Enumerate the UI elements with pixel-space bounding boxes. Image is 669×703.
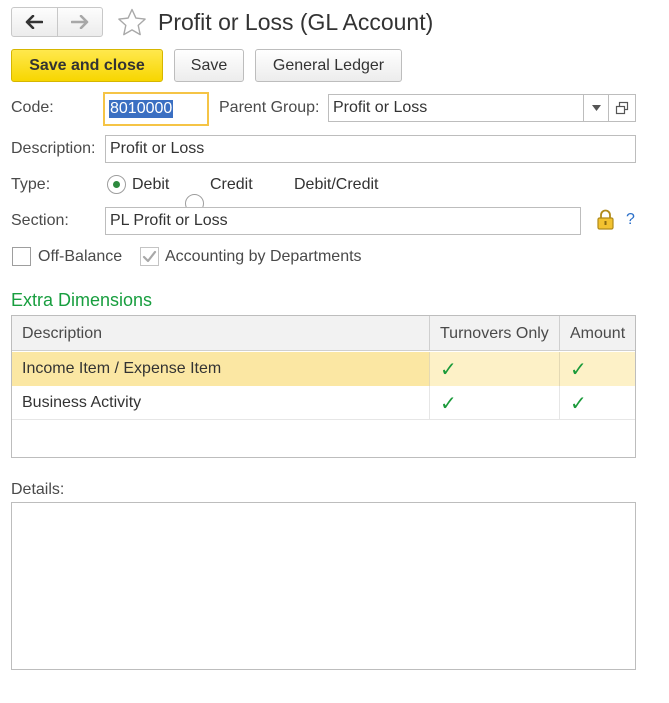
off-balance-checkbox[interactable] [12,247,31,266]
parent-group-dropdown-button[interactable] [584,94,609,122]
description-field[interactable]: Profit or Loss [105,135,636,163]
row-description: Income Item / Expense Item [22,360,222,377]
forward-button[interactable] [56,8,102,36]
type-credit-label[interactable]: Credit [210,176,253,194]
type-label: Type: [11,176,51,193]
save-and-close-button[interactable]: Save and close [11,49,163,82]
star-icon[interactable] [116,7,148,39]
details-label: Details: [11,481,65,498]
accounting-by-departments-checkbox[interactable] [140,247,159,266]
check-icon: ✓ [440,392,457,415]
navigation-buttons [11,7,103,37]
type-debit-credit-label[interactable]: Debit/Credit [294,176,378,194]
table-row[interactable]: Business Activity ✓ ✓ [12,386,635,420]
check-icon: ✓ [570,392,587,415]
description-value: Profit or Loss [110,140,205,157]
column-header-turnovers-only[interactable]: Turnovers Only [429,316,559,351]
parent-group-value: Profit or Loss [333,99,428,116]
off-balance-label[interactable]: Off-Balance [38,248,122,266]
type-debit-radio[interactable] [107,175,126,194]
help-icon[interactable]: ? [626,211,635,229]
code-value: 8010000 [109,100,174,118]
back-button[interactable] [12,8,57,36]
section-value: PL Profit or Loss [110,212,228,229]
check-icon: ✓ [570,358,587,381]
chevron-down-icon [591,105,601,111]
section-field[interactable]: PL Profit or Loss [105,207,581,235]
table-header: Description Turnovers Only Amount [12,316,635,351]
column-header-description[interactable]: Description [12,316,429,351]
code-field[interactable]: 8010000 [103,92,209,126]
table-row[interactable]: Income Item / Expense Item ✓ ✓ [12,352,635,386]
description-label: Description: [11,140,96,157]
row-amount[interactable]: ✓ [559,386,635,420]
details-textarea[interactable] [11,502,636,670]
code-label: Code: [11,99,54,116]
arrow-right-icon [70,15,89,29]
arrow-left-icon [26,15,44,29]
check-icon: ✓ [440,358,457,381]
parent-group-field[interactable]: Profit or Loss [328,94,584,122]
accounting-by-departments-label[interactable]: Accounting by Departments [165,248,362,266]
open-window-icon [615,101,629,115]
checkmark-icon [142,250,157,263]
section-label: Section: [11,212,69,229]
lock-icon[interactable] [597,209,614,230]
parent-group-label: Parent Group: [219,99,320,116]
page-title: Profit or Loss (GL Account) [158,9,434,35]
row-turnovers-only[interactable]: ✓ [429,352,559,386]
save-button[interactable]: Save [174,49,244,82]
column-header-amount[interactable]: Amount [559,316,635,351]
general-ledger-button[interactable]: General Ledger [255,49,402,82]
type-debit-label[interactable]: Debit [132,176,169,194]
parent-group-open-button[interactable] [609,94,636,122]
row-amount[interactable]: ✓ [559,352,635,386]
row-turnovers-only[interactable]: ✓ [429,386,559,420]
extra-dimensions-title: Extra Dimensions [11,290,153,310]
row-description: Business Activity [22,394,142,411]
extra-dimensions-table: Description Turnovers Only Amount Income… [11,315,636,458]
